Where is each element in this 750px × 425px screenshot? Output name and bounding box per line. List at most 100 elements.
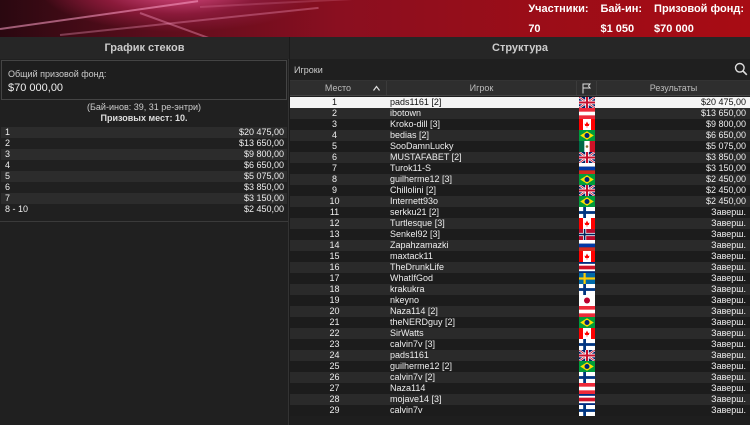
cell-player: SirWatts bbox=[390, 328, 424, 338]
table-row[interactable]: 23 calvin7v [3] Заверш. bbox=[290, 339, 750, 350]
table-row[interactable]: 20 Naza114 [2] Заверш. bbox=[290, 306, 750, 317]
results-panel: Место Игрок Результаты 1 pads1161 [2] $20… bbox=[290, 59, 750, 425]
cell-player: Internett93o bbox=[390, 196, 439, 206]
cell-player: Kroko-dill [3] bbox=[390, 119, 441, 129]
stat-value: $1 050 bbox=[600, 23, 635, 35]
column-header-country[interactable] bbox=[577, 81, 597, 95]
table-row[interactable]: 25 guilherme12 [2] Заверш. bbox=[290, 361, 750, 372]
flag-ca-icon bbox=[579, 119, 595, 130]
cell-country bbox=[577, 207, 597, 218]
cell-country bbox=[577, 152, 597, 163]
cell-result: $2 450,00 bbox=[705, 185, 746, 195]
flag-br-icon bbox=[579, 196, 595, 207]
table-row[interactable]: 7 Turok11-S $3 150,00 bbox=[290, 163, 750, 174]
cell-player: ibotown bbox=[390, 108, 422, 118]
cell-country bbox=[577, 405, 597, 416]
prize-pool-value: $70 000,00 bbox=[8, 82, 64, 94]
cell-place: 10 bbox=[329, 196, 340, 206]
table-row[interactable]: 8 guilherme12 [3] $2 450,00 bbox=[290, 174, 750, 185]
cell-place: 14 bbox=[329, 240, 340, 250]
table-row[interactable]: 28 mojave14 [3] Заверш. bbox=[290, 394, 750, 405]
table-row[interactable]: 29 calvin7v Заверш. bbox=[290, 405, 750, 416]
cell-result: $3 850,00 bbox=[705, 152, 746, 162]
tab-stack-chart[interactable]: График стеков bbox=[0, 37, 289, 59]
table-row[interactable]: 1 pads1161 [2] $20 475,00 bbox=[290, 97, 750, 108]
flag-gb-icon bbox=[579, 350, 595, 361]
player-search-input[interactable] bbox=[292, 62, 732, 78]
cell-result: Заверш. bbox=[711, 273, 746, 283]
table-row[interactable]: 18 krakukra Заверш. bbox=[290, 284, 750, 295]
tab-structure[interactable]: Структура bbox=[290, 37, 750, 59]
cell-player: SooDamnLucky bbox=[390, 141, 454, 151]
flag-ca-icon bbox=[579, 328, 595, 339]
cell-player: Chillolini [2] bbox=[390, 185, 437, 195]
table-row[interactable]: 17 WhatIfGod Заверш. bbox=[290, 273, 750, 284]
cell-result: Заверш. bbox=[711, 361, 746, 371]
cell-country bbox=[577, 361, 597, 372]
table-row[interactable]: 6 MUSTAFABET [2] $3 850,00 bbox=[290, 152, 750, 163]
prize-pool-label: Общий призовой фонд: bbox=[8, 69, 107, 79]
payout-row: 4 $6 650,00 bbox=[1, 160, 287, 171]
table-row[interactable]: 12 Turtlesque [3] Заверш. bbox=[290, 218, 750, 229]
column-header-results[interactable]: Результаты bbox=[597, 81, 750, 95]
search-bar bbox=[290, 59, 750, 81]
cell-country bbox=[577, 284, 597, 295]
flag-br-icon bbox=[579, 130, 595, 141]
payout-place: 7 bbox=[5, 193, 11, 203]
column-label: Место bbox=[324, 83, 352, 93]
table-row[interactable]: 15 maxtack11 Заверш. bbox=[290, 251, 750, 262]
flag-gb-icon bbox=[579, 152, 595, 163]
stat-label: Участники: bbox=[528, 3, 589, 15]
cell-country bbox=[577, 394, 597, 405]
cell-country bbox=[577, 295, 597, 306]
payout-list: 1 $20 475,00 2 $13 650,00 3 $9 800,00 4 $6 650,… bbox=[1, 127, 287, 215]
table-row[interactable]: 26 calvin7v [2] Заверш. bbox=[290, 372, 750, 383]
table-row[interactable]: 22 SirWatts Заверш. bbox=[290, 328, 750, 339]
flag-no-icon bbox=[579, 229, 595, 240]
table-row[interactable]: 14 Zapahzamazki Заверш. bbox=[290, 240, 750, 251]
flag-fi-icon bbox=[579, 284, 595, 295]
cell-country bbox=[577, 339, 597, 350]
cell-player: guilherme12 [2] bbox=[390, 361, 453, 371]
table-row[interactable]: 24 pads1161 Заверш. bbox=[290, 350, 750, 361]
table-row[interactable]: 10 Internett93o $2 450,00 bbox=[290, 196, 750, 207]
cell-result: Заверш. bbox=[711, 383, 746, 393]
cell-player: guilherme12 [3] bbox=[390, 174, 453, 184]
cell-place: 19 bbox=[329, 295, 340, 305]
table-row[interactable]: 27 Naza114 Заверш. bbox=[290, 383, 750, 394]
payout-row: 2 $13 650,00 bbox=[1, 138, 287, 149]
cell-result: $5 075,00 bbox=[705, 141, 746, 151]
cell-result: $3 150,00 bbox=[705, 163, 746, 173]
cell-result: Заверш. bbox=[711, 306, 746, 316]
table-row[interactable]: 2 ibotown $13 650,00 bbox=[290, 108, 750, 119]
table-row[interactable]: 11 serkku21 [2] Заверш. bbox=[290, 207, 750, 218]
cell-player: Turtlesque [3] bbox=[390, 218, 445, 228]
search-icon[interactable] bbox=[734, 62, 748, 76]
table-row[interactable]: 19 nkeyno Заверш. bbox=[290, 295, 750, 306]
table-row[interactable]: 4 bedias [2] $6 650,00 bbox=[290, 130, 750, 141]
cell-player: nkeyno bbox=[390, 295, 420, 305]
table-row[interactable]: 5 SooDamnLucky $5 075,00 bbox=[290, 141, 750, 152]
cell-country bbox=[577, 130, 597, 141]
cell-place: 15 bbox=[329, 251, 340, 261]
cell-result: Заверш. bbox=[711, 251, 746, 261]
column-header-place[interactable]: Место bbox=[290, 81, 387, 95]
table-row[interactable]: 16 TheDrunkLife Заверш. bbox=[290, 262, 750, 273]
column-header-player[interactable]: Игрок bbox=[387, 81, 577, 95]
table-row[interactable]: 21 theNERDguy [2] Заверш. bbox=[290, 317, 750, 328]
buyins-info: (Бай-инов: 39, 31 ре-энтри) bbox=[87, 102, 201, 112]
payout-amount: $13 650,00 bbox=[238, 138, 284, 148]
flag-se-icon bbox=[579, 273, 595, 284]
table-row[interactable]: 13 Senkel92 [3] Заверш. bbox=[290, 229, 750, 240]
cell-country bbox=[577, 251, 597, 262]
cell-place: 16 bbox=[329, 262, 340, 272]
prize-pool-box: Общий призовой фонд: $70 000,00 bbox=[1, 60, 287, 100]
payout-amount: $6 650,00 bbox=[243, 160, 284, 170]
flag-at-icon bbox=[579, 306, 595, 317]
table-row[interactable]: 9 Chillolini [2] $2 450,00 bbox=[290, 185, 750, 196]
cell-result: Заверш. bbox=[711, 229, 746, 239]
table-row[interactable]: 3 Kroko-dill [3] $9 800,00 bbox=[290, 119, 750, 130]
cell-country bbox=[577, 350, 597, 361]
cell-result: Заверш. bbox=[711, 394, 746, 404]
cell-country bbox=[577, 174, 597, 185]
